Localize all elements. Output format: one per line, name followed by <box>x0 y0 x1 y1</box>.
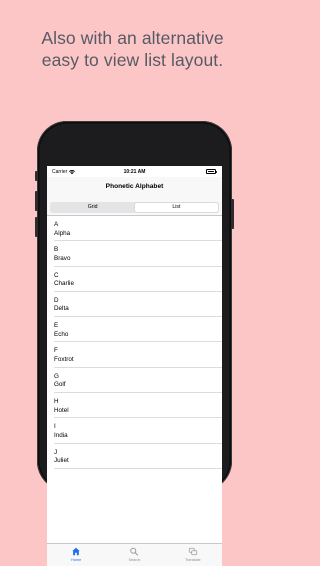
volume-up-button <box>35 191 38 211</box>
home-icon <box>72 547 80 556</box>
list-item[interactable]: F Foxtrot <box>54 342 222 368</box>
list-item-letter: A <box>54 221 59 228</box>
navigation-bar: Phonetic Alphabet <box>47 177 222 198</box>
layout-switcher-bar: Grid List <box>47 198 222 216</box>
list-item-letter: C <box>54 271 59 279</box>
volume-down-button <box>35 217 38 237</box>
list-item-letter: I <box>54 423 56 431</box>
list-item[interactable]: J Juliet <box>54 444 222 469</box>
list-item-word: Alpha <box>54 229 71 237</box>
list-item-letter: H <box>54 398 59 406</box>
list-item-letter: G <box>54 372 59 380</box>
promo-headline: Also with an alternative easy to view li… <box>0 27 265 71</box>
list-item-word: Bravo <box>54 254 71 262</box>
translate-icon <box>188 547 197 556</box>
status-bar: Carrier 10:21 AM <box>47 166 222 177</box>
list-item-word: India <box>54 431 68 439</box>
alphabet-list: A Alpha B Bravo C Charlie D Delta E Echo… <box>47 216 222 469</box>
tab-home-label: Home <box>71 557 82 562</box>
list-item[interactable]: A Alpha <box>54 216 222 242</box>
list-item-letter: E <box>54 322 59 330</box>
list-item[interactable]: D Delta <box>54 292 222 318</box>
list-item-letter: D <box>54 296 59 304</box>
mute-switch <box>35 171 38 181</box>
battery-icon <box>206 169 217 174</box>
tab-search-label: Search <box>128 557 141 562</box>
tab-translate-label: Translate <box>184 557 201 562</box>
list-item[interactable]: B Bravo <box>54 241 222 267</box>
list-item[interactable]: I India <box>54 418 222 444</box>
list-item-word: Hotel <box>54 406 69 414</box>
tab-translate[interactable]: Translate <box>164 544 222 566</box>
list-item-word: Juliet <box>54 457 69 465</box>
list-item-letter: J <box>54 448 58 456</box>
list-item[interactable]: G Golf <box>54 368 222 394</box>
list-item-word: Echo <box>54 330 69 338</box>
page-title: Phonetic Alphabet <box>105 183 164 190</box>
list-item[interactable]: C Charlie <box>54 267 222 292</box>
list-item[interactable]: H Hotel <box>54 393 222 419</box>
search-icon <box>130 547 139 556</box>
list-item-letter: B <box>54 246 59 254</box>
list-item-word: Golf <box>54 381 66 389</box>
phone-screen: Carrier 10:21 AM Phonetic Alphabet Grid … <box>47 166 222 566</box>
layout-segmented-control: Grid List <box>50 202 219 213</box>
status-time: 10:21 AM <box>123 169 146 175</box>
phone-frame: Carrier 10:21 AM Phonetic Alphabet Grid … <box>35 121 234 566</box>
tab-home[interactable]: Home <box>47 544 105 566</box>
list-item-word: Delta <box>54 305 69 313</box>
list-item-word: Charlie <box>54 280 74 288</box>
tab-search[interactable]: Search <box>105 544 163 566</box>
list-item-letter: F <box>54 347 58 355</box>
list-item[interactable]: E Echo <box>54 317 222 343</box>
list-item-word: Foxtrot <box>54 355 74 363</box>
headline-line-1: Also with an alternative <box>41 28 224 48</box>
segment-grid[interactable]: Grid <box>51 203 135 213</box>
headline-line-2: easy to view list layout. <box>41 50 224 70</box>
tab-bar: Home Search Translate <box>47 543 222 566</box>
segment-list[interactable]: List <box>134 202 219 213</box>
power-button <box>231 199 234 229</box>
